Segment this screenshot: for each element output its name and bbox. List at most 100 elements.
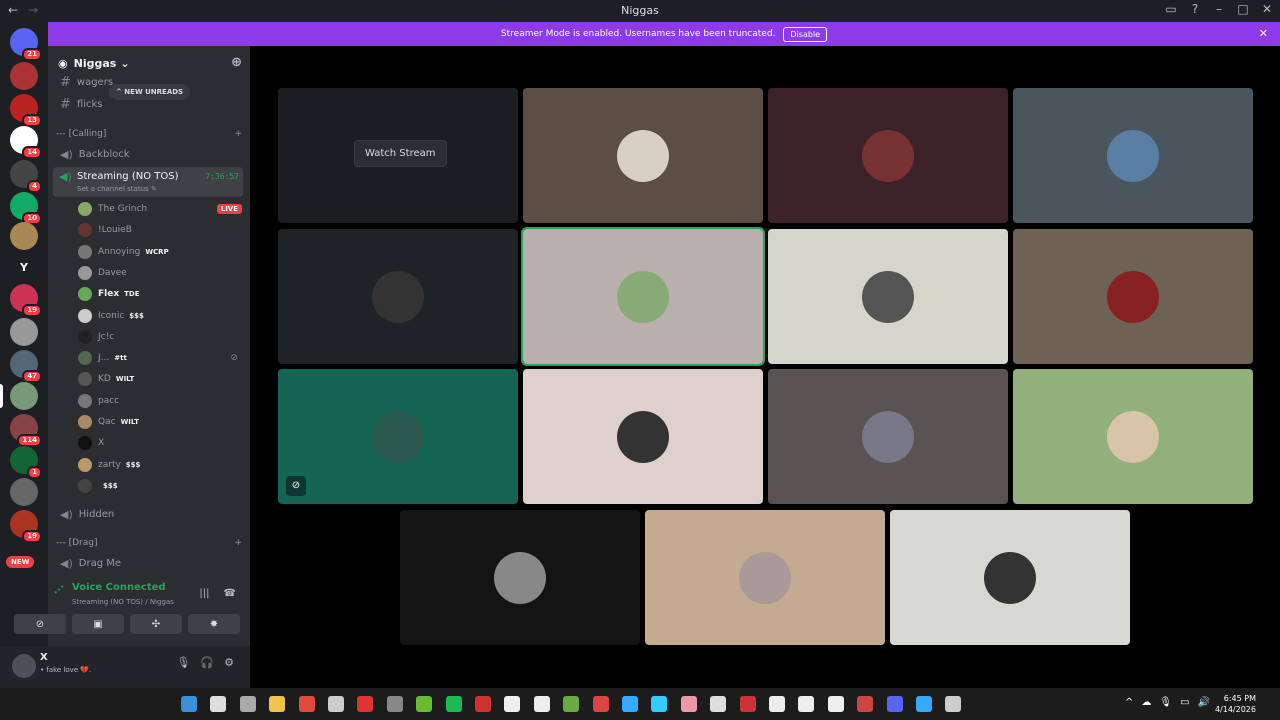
server-icon[interactable]: 114 — [10, 414, 42, 447]
channel-backblock[interactable]: ◀) Backblock — [56, 144, 242, 164]
voice-user[interactable]: !LouieB — [78, 221, 242, 239]
app-icon[interactable] — [916, 696, 932, 712]
app-icon[interactable] — [592, 696, 609, 712]
microphone-icon[interactable]: 🎙 — [176, 656, 190, 669]
app-icon[interactable] — [651, 696, 668, 712]
participant-tile[interactable] — [768, 369, 1008, 504]
chrome-icon[interactable] — [622, 696, 638, 712]
maximize-button[interactable]: □ — [1236, 2, 1250, 16]
participant-tile[interactable] — [521, 227, 765, 366]
voice-user[interactable]: Annoying WCRP — [78, 243, 242, 261]
clock[interactable]: 6:45 PM 4/14/2026 — [1215, 693, 1256, 715]
voice-user[interactable]: Iconic $$$ — [78, 307, 242, 325]
app-icon[interactable] — [680, 696, 697, 712]
noise-suppression-icon[interactable]: ||| — [199, 588, 209, 599]
minimize-button[interactable]: – — [1212, 2, 1226, 16]
participant-tile[interactable] — [400, 510, 640, 645]
voice-location[interactable]: Streaming (NO TOS) / Niggas — [72, 598, 174, 606]
help-icon[interactable]: ? — [1188, 2, 1202, 16]
new-unreads-pill[interactable]: ^ NEW UNREADS — [109, 84, 191, 100]
voice-user[interactable]: Jc!c — [78, 328, 242, 346]
active-voice-channel[interactable]: ◀) Streaming (NO TOS) Set a channel stat… — [53, 167, 243, 197]
channel-status[interactable]: Set a channel status ✎ — [77, 185, 157, 193]
voice-user[interactable]: Davee — [78, 264, 242, 282]
minecraft-icon[interactable] — [563, 696, 580, 712]
server-icon[interactable]: 14 — [10, 126, 42, 159]
voice-user[interactable]: zarty $$$ — [78, 456, 242, 474]
category-drag[interactable]: --- [Drag] + — [56, 538, 242, 548]
tray-icon[interactable]: ^ — [1125, 697, 1133, 708]
epic-games-icon[interactable] — [475, 696, 491, 712]
steam-icon[interactable] — [328, 696, 344, 712]
participant-tile[interactable] — [523, 369, 763, 504]
settings-icon[interactable] — [386, 696, 403, 712]
watch-stream-button[interactable]: Watch Stream — [354, 140, 447, 167]
participant-tile[interactable] — [645, 510, 885, 645]
voice-user[interactable]: J... #tt ⊘ — [78, 349, 242, 367]
task-view-icon[interactable] — [239, 696, 256, 712]
activities-button[interactable]: ✣ — [130, 614, 182, 634]
new-servers-badge[interactable]: NEW — [6, 556, 35, 568]
participant-tile[interactable] — [1013, 88, 1253, 223]
start-icon[interactable] — [181, 696, 197, 712]
voice-user[interactable]: pacc — [78, 392, 242, 410]
server-icon[interactable] — [10, 222, 38, 250]
participant-tile[interactable] — [1013, 369, 1253, 504]
participant-tile[interactable] — [768, 88, 1008, 223]
server-icon[interactable]: Y — [10, 254, 38, 282]
tray-icon[interactable]: 🎙 — [1159, 697, 1172, 708]
chrome-icon[interactable] — [298, 696, 315, 712]
app-icon[interactable] — [533, 696, 550, 712]
voice-user[interactable]: Flex TDE — [78, 285, 242, 303]
participant-tile[interactable] — [523, 88, 763, 223]
participant-tile[interactable] — [890, 510, 1130, 645]
voice-user[interactable]: The Grinch LIVE — [78, 200, 242, 218]
tray-icon[interactable]: ☁ — [1141, 697, 1151, 708]
channel-drag-me[interactable]: ◀) Drag Me — [56, 553, 242, 573]
headset-icon[interactable]: 🎧 — [200, 656, 214, 669]
settings-icon[interactable]: ⚙ — [224, 656, 234, 669]
participant-tile[interactable]: ⊘ — [278, 369, 518, 504]
close-button[interactable]: ✕ — [1260, 2, 1274, 16]
inbox-icon[interactable]: ▭ — [1164, 2, 1178, 16]
category-calling[interactable]: --- [Calling] + — [56, 129, 242, 139]
document-icon[interactable] — [504, 696, 521, 712]
server-icon[interactable] — [10, 318, 38, 346]
channel-hidden[interactable]: ◀) Hidden — [56, 504, 242, 524]
participant-tile[interactable] — [1013, 229, 1253, 364]
add-user-icon[interactable]: ⊕ — [231, 55, 242, 70]
file-explorer-icon[interactable] — [269, 696, 286, 712]
server-icon[interactable]: 47 — [10, 350, 42, 383]
document-icon[interactable] — [769, 696, 785, 712]
close-icon[interactable]: ✕ — [1259, 27, 1268, 40]
server-icon[interactable]: 1 — [10, 446, 42, 479]
avatar[interactable] — [12, 654, 36, 678]
spotify-icon[interactable] — [445, 696, 462, 712]
server-icon[interactable]: 13 — [10, 94, 42, 127]
add-channel-icon[interactable]: + — [234, 538, 242, 548]
participant-tile[interactable] — [278, 229, 518, 364]
search-icon[interactable] — [210, 696, 227, 712]
server-icon[interactable] — [10, 62, 38, 90]
share-screen-button[interactable]: ▣ — [72, 614, 124, 634]
document-icon[interactable] — [798, 696, 815, 712]
server-icon[interactable]: 10 — [10, 192, 42, 225]
nvidia-icon[interactable] — [416, 696, 433, 712]
app-icon[interactable] — [357, 696, 374, 712]
discord-icon[interactable] — [886, 696, 903, 712]
add-channel-icon[interactable]: + — [234, 129, 242, 139]
server-icon[interactable]: 19 — [10, 510, 42, 543]
voice-user[interactable]: KD WILT — [78, 370, 242, 388]
voice-user[interactable]: $$$ — [78, 477, 242, 495]
disable-button[interactable]: Disable — [783, 26, 828, 42]
tray-icon[interactable]: 🔊 — [1198, 697, 1210, 708]
app-icon[interactable] — [710, 696, 727, 712]
server-icon[interactable]: 19 — [10, 284, 42, 317]
app-icon[interactable] — [739, 696, 756, 712]
stream-tile[interactable]: Watch Stream — [278, 88, 518, 223]
tray-icon[interactable]: ▭ — [1180, 697, 1189, 708]
server-icon[interactable]: 21 — [10, 28, 42, 61]
participant-tile[interactable] — [768, 229, 1008, 364]
camera-off-button[interactable]: ⊘ — [14, 614, 66, 634]
disconnect-icon[interactable]: ☎ — [224, 588, 236, 599]
